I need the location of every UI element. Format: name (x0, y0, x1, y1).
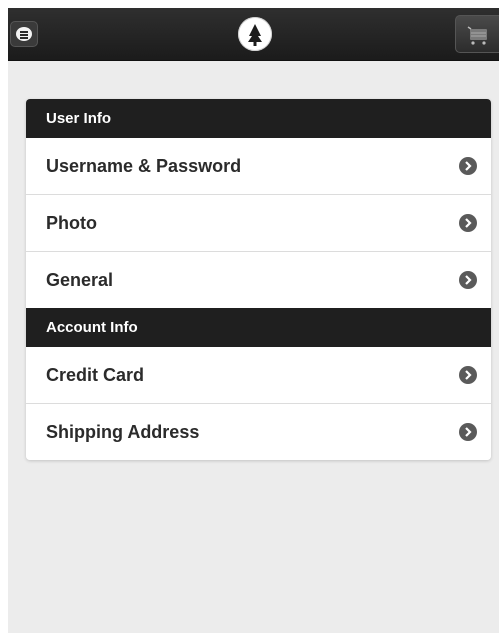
shopping-cart-icon (467, 26, 487, 45)
menu-icon (16, 27, 32, 41)
list-item-general[interactable]: General (26, 252, 491, 308)
list-item-label: General (46, 270, 114, 290)
chevron-right-icon (459, 157, 477, 175)
list-item-username-password[interactable]: Username & Password (26, 138, 491, 195)
list-item-shipping-address[interactable]: Shipping Address (26, 404, 491, 460)
list-item-label: Shipping Address (46, 422, 200, 442)
menu-button[interactable] (10, 21, 38, 47)
chevron-right-icon (459, 366, 477, 384)
list-item-credit-card[interactable]: Credit Card (26, 347, 491, 404)
section-header-account-info: Account Info (26, 308, 491, 347)
settings-list: User Info Username & Password Photo Gene… (26, 99, 491, 460)
app-screen: User Info Username & Password Photo Gene… (8, 8, 499, 633)
list-item-label: Credit Card (46, 365, 145, 385)
chevron-right-icon (459, 214, 477, 232)
list-item-label: Photo (46, 213, 97, 233)
tree-logo-icon[interactable] (238, 17, 272, 51)
section-header-user-info: User Info (26, 99, 491, 138)
list-item-photo[interactable]: Photo (26, 195, 491, 252)
list-item-label: Username & Password (46, 156, 242, 176)
chevron-right-icon (459, 271, 477, 289)
header-bar (8, 8, 499, 61)
cart-button[interactable] (455, 15, 499, 53)
chevron-right-icon (459, 423, 477, 441)
